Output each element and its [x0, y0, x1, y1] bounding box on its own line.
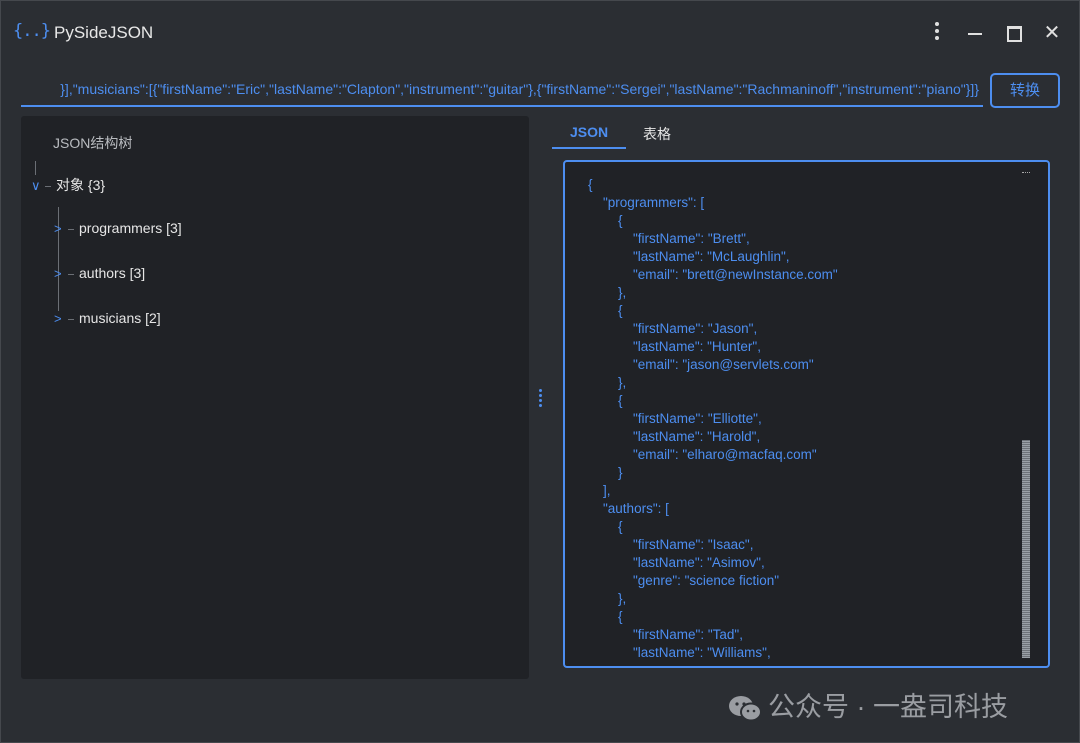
json-input-value: }],"musicians":[{"firstName":"Eric","las… [60, 81, 979, 97]
tab-json[interactable]: JSON [570, 124, 608, 140]
chevron-right-icon[interactable]: > [54, 311, 66, 326]
watermark-text: 公众号 · 一盎司科技 [768, 692, 1008, 722]
json-text-view[interactable]: { "programmers": [ { "firstName": "Brett… [563, 160, 1050, 668]
window-title: PySideJSON [54, 23, 154, 42]
chevron-right-icon[interactable]: > [54, 266, 66, 281]
active-tab-indicator [552, 147, 626, 149]
scrollbar-thumb[interactable] [1022, 440, 1030, 658]
chevron-right-icon[interactable]: > [54, 221, 66, 236]
scroll-up-indicator [1022, 172, 1030, 177]
tab-table[interactable]: 表格 [643, 124, 671, 144]
tree-node-label: authors [3] [79, 265, 146, 281]
wechat-icon [729, 695, 762, 722]
title-bar[interactable]: {..} PySideJSON ✕ [1, 1, 1079, 63]
json-input[interactable]: }],"musicians":[{"firstName":"Eric","las… [21, 73, 983, 107]
tree-header: JSON结构树 [53, 135, 133, 151]
maximize-icon[interactable] [1000, 19, 1028, 47]
minimize-icon[interactable] [961, 19, 989, 47]
more-options-icon[interactable] [923, 19, 951, 47]
tree-node-label: programmers [3] [79, 220, 182, 236]
convert-button[interactable]: 转换 [990, 73, 1060, 108]
json-tree-panel[interactable]: JSON结构树 ∨ 对象 {3} > programmers [3] > author… [21, 116, 529, 679]
vertical-scrollbar[interactable] [1022, 170, 1030, 660]
app-window: {..} PySideJSON ✕ }],"musicians":[{"firs… [0, 0, 1080, 743]
app-logo-icon: {..} [13, 21, 51, 41]
chevron-down-icon[interactable]: ∨ [31, 178, 43, 194]
tree-node-musicians[interactable]: > musicians [2] [54, 310, 161, 326]
tree-node-programmers[interactable]: > programmers [3] [54, 220, 182, 236]
panel-splitter-handle[interactable] [539, 389, 543, 409]
tree-node-label: 对象 {3} [56, 177, 106, 193]
close-icon[interactable]: ✕ [1038, 19, 1066, 47]
tree-node-root[interactable]: ∨ 对象 {3} [31, 175, 105, 195]
tree-node-authors[interactable]: > authors [3] [54, 265, 145, 281]
watermark: 公众号 · 一盎司科技 [728, 685, 1008, 724]
tree-node-label: musicians [2] [79, 310, 161, 326]
json-text: { "programmers": [ { "firstName": "Brett… [588, 177, 838, 660]
